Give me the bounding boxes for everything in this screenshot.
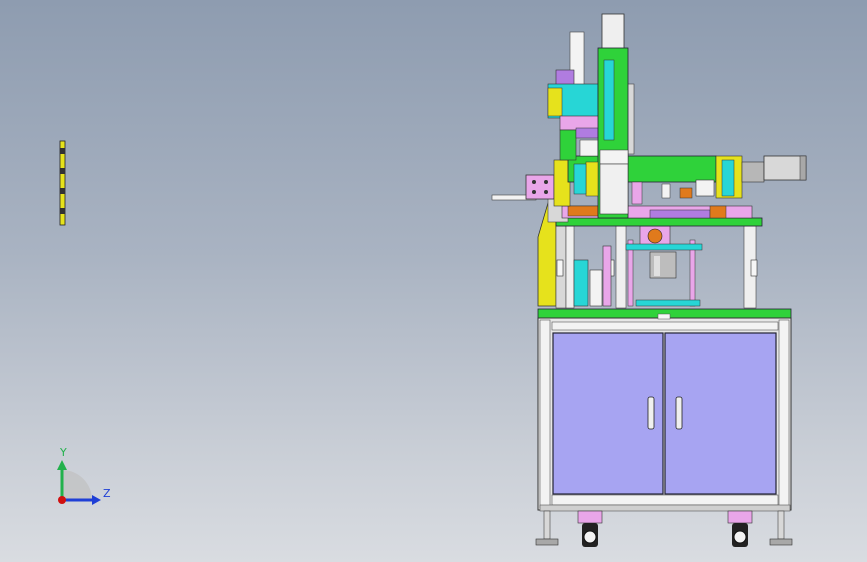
work-deck[interactable] xyxy=(547,195,763,227)
side-view-part[interactable] xyxy=(59,140,66,226)
coordinate-triad: Y Z xyxy=(57,446,111,505)
door-handle-right xyxy=(675,396,683,430)
y-axis-label: Y xyxy=(59,446,67,459)
cad-viewport[interactable]: Y Z xyxy=(0,0,867,562)
x-axis-dot xyxy=(58,496,66,504)
cabinet-base[interactable] xyxy=(535,308,793,547)
machine-model[interactable]: Y Z xyxy=(0,0,867,562)
pusher-cylinder[interactable] xyxy=(491,159,571,207)
servo-motor xyxy=(763,155,807,181)
support-posts[interactable] xyxy=(556,225,758,309)
door-handle-left xyxy=(647,396,655,430)
cabinet-door-left xyxy=(552,332,664,495)
z-axis-label: Z xyxy=(103,487,111,500)
